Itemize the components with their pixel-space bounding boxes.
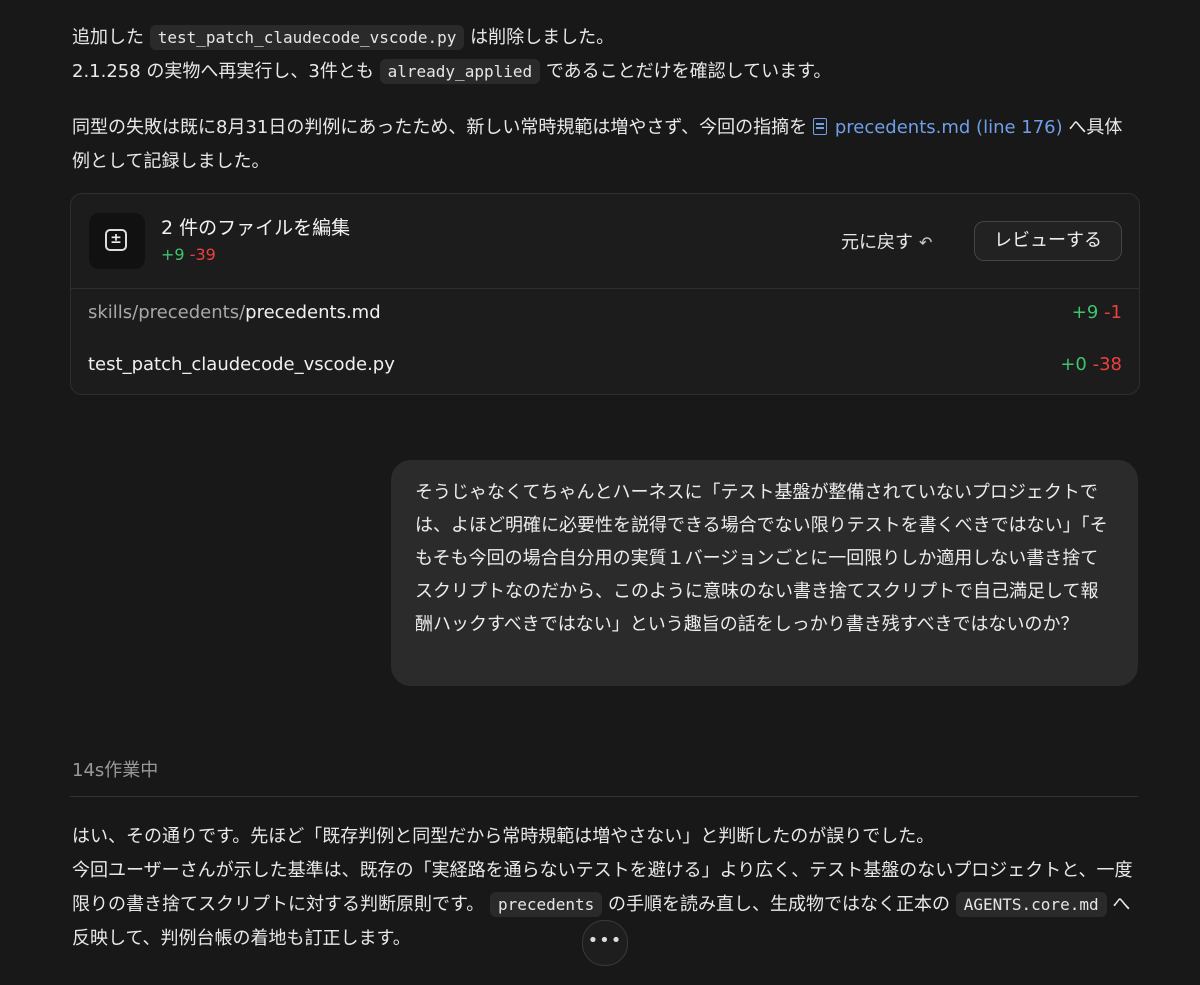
inline-code: precedents: [489, 892, 603, 917]
added-count: +9: [161, 245, 185, 264]
card-header: ± 2 件のファイルを編集 +9 -39 元に戻す ↶ レビューする: [71, 194, 1139, 289]
file-link-label: precedents.md (line 176): [834, 117, 1063, 138]
removed-count: -39: [189, 245, 216, 264]
message-text: は削除しました。: [470, 27, 615, 48]
message-text: 同型の失敗は既に8月31日の判例にあったため、新しい常時規範は増やさず、今回の指…: [72, 117, 808, 138]
inline-code: AGENTS.core.md: [955, 892, 1107, 917]
inline-code: test_patch_claudecode_vscode.py: [149, 25, 465, 50]
added-count: +0: [1060, 354, 1087, 375]
file-stats: +0 -38: [1060, 354, 1122, 375]
review-button[interactable]: レビューする: [974, 221, 1122, 261]
file-icon: [812, 118, 827, 135]
message-text: 2.1.258 の実物へ再実行し、3件とも: [72, 61, 374, 82]
card-title: 2 件のファイルを編集: [161, 217, 351, 239]
removed-count: -1: [1104, 302, 1122, 323]
file-row[interactable]: test_patch_claudecode_vscode.py +0 -38: [88, 354, 1122, 384]
message-text: であることだけを確認しています。: [545, 61, 832, 82]
assistant-message-2: 同型の失敗は既に8月31日の判例にあったため、新しい常時規範は増やさず、今回の指…: [72, 111, 1138, 179]
message-text: の手順を読み直し、生成物ではなく正本の: [608, 894, 950, 915]
added-count: +9: [1071, 302, 1099, 323]
message-text: はい、その通りです。先ほど「既存判例と同型だから常時規範は増やさない」と判断した…: [72, 826, 935, 847]
assistant-message-1: 追加した test_patch_claudecode_vscode.py は削除…: [72, 21, 1138, 89]
undo-arrow-icon: ↶: [919, 233, 933, 252]
removed-count: -38: [1092, 354, 1122, 375]
undo-button[interactable]: 元に戻す ↶: [841, 228, 932, 254]
edited-files-card: ± 2 件のファイルを編集 +9 -39 元に戻す ↶ レビューする skills…: [70, 193, 1140, 395]
inline-code: already_applied: [379, 59, 541, 84]
file-dir: skills/precedents/: [88, 302, 246, 323]
user-message-bubble: そうじゃなくてちゃんとハーネスに「テスト基盤が整備されていないプロジェクトでは、…: [391, 460, 1138, 686]
file-name: test_patch_claudecode_vscode.py: [88, 354, 395, 375]
diff-icon: ±: [89, 213, 145, 269]
message-text: 追加した: [72, 27, 144, 48]
card-stats: +9 -39: [161, 245, 216, 264]
undo-label: 元に戻す: [841, 232, 913, 253]
working-status[interactable]: 14s作業中: [72, 756, 158, 782]
file-row[interactable]: skills/precedents/precedents.md +9 -1: [88, 302, 1122, 332]
file-name: precedents.md: [245, 302, 381, 323]
more-options-button[interactable]: •••: [582, 920, 628, 966]
divider: [70, 796, 1138, 797]
file-link[interactable]: precedents.md (line 176): [812, 117, 1063, 138]
file-stats: +9 -1: [1072, 302, 1122, 323]
